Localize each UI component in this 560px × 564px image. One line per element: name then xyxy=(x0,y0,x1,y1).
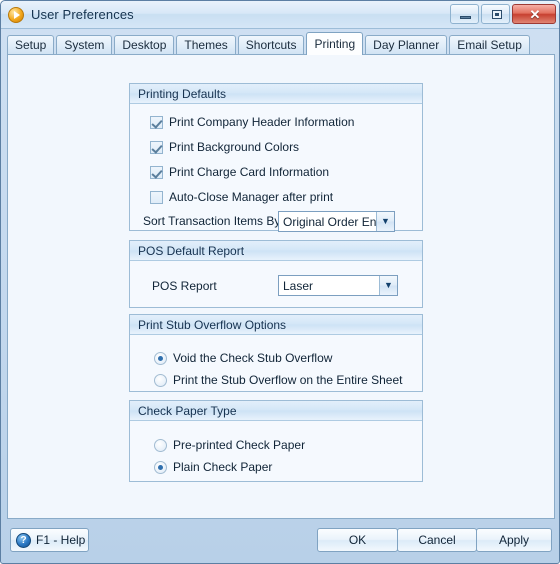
checkbox-print-background-colors[interactable] xyxy=(150,140,163,154)
label-void-check-stub-overflow: Void the Check Stub Overflow xyxy=(173,351,333,365)
tab-system[interactable]: System xyxy=(56,35,113,55)
sort-transaction-items-dropdown[interactable]: Original Order Entered ▼ xyxy=(278,211,395,232)
group-pos-default-report: POS Default Report POS Report Laser ▼ xyxy=(129,240,423,308)
label-print-background-colors: Print Background Colors xyxy=(169,140,300,154)
group-print-stub-overflow-options: Print Stub Overflow Options Void the Che… xyxy=(129,314,423,392)
group-pos-default-report-title: POS Default Report xyxy=(130,241,422,261)
radio-row-plain-check-paper[interactable]: Plain Check Paper xyxy=(154,460,272,474)
group-printing-defaults: Printing Defaults Print Company Header I… xyxy=(129,83,423,232)
pos-report-dropdown[interactable]: Laser ▼ xyxy=(278,275,398,296)
label-pre-printed-check-paper: Pre-printed Check Paper xyxy=(173,438,306,452)
label-plain-check-paper: Plain Check Paper xyxy=(173,460,273,474)
tab-themes[interactable]: Themes xyxy=(176,35,236,55)
group-check-paper-type-title: Check Paper Type xyxy=(130,401,422,421)
tab-day-planner[interactable]: Day Planner xyxy=(365,35,448,55)
minimize-button[interactable] xyxy=(450,4,479,24)
tab-shortcuts[interactable]: Shortcuts xyxy=(237,35,305,55)
radio-row-pre-printed-check-paper[interactable]: Pre-printed Check Paper xyxy=(154,438,305,452)
checkbox-row-auto-close-manager[interactable]: Auto-Close Manager after print xyxy=(150,190,333,204)
pos-report-value: Laser xyxy=(283,278,314,293)
f1-help-button[interactable]: ? F1 - Help xyxy=(10,528,89,552)
radio-void-check-stub-overflow[interactable] xyxy=(154,351,167,365)
f1-help-label: F1 - Help xyxy=(36,533,86,547)
checkbox-print-charge-card-information[interactable] xyxy=(150,165,163,179)
label-auto-close-manager: Auto-Close Manager after print xyxy=(169,190,334,204)
ok-button[interactable]: OK xyxy=(317,528,398,552)
group-print-stub-overflow-title: Print Stub Overflow Options xyxy=(130,315,422,335)
label-print-charge-card-information: Print Charge Card Information xyxy=(169,165,330,179)
sort-transaction-items-value: Original Order Entered xyxy=(283,214,376,229)
group-printing-defaults-title: Printing Defaults xyxy=(130,84,422,104)
title-bar: User Preferences ✕ xyxy=(1,1,559,29)
tab-printing[interactable]: Printing xyxy=(306,32,364,55)
help-icon: ? xyxy=(16,532,31,548)
checkbox-row-print-background-colors[interactable]: Print Background Colors xyxy=(150,140,299,154)
cancel-button[interactable]: Cancel xyxy=(397,528,477,552)
label-pos-report: POS Report xyxy=(152,279,217,293)
label-print-company-header: Print Company Header Information xyxy=(169,115,355,129)
window-controls: ✕ xyxy=(450,4,556,24)
radio-plain-check-paper[interactable] xyxy=(154,460,167,474)
checkbox-row-print-charge-card[interactable]: Print Charge Card Information xyxy=(150,165,329,179)
group-check-paper-type: Check Paper Type Pre-printed Check Paper… xyxy=(129,400,423,482)
maximize-button[interactable] xyxy=(481,4,510,24)
user-preferences-window: User Preferences ✕ Setup System Desktop … xyxy=(0,0,560,564)
tab-desktop[interactable]: Desktop xyxy=(114,35,175,55)
tab-strip: Setup System Desktop Themes Shortcuts Pr… xyxy=(7,32,555,55)
checkbox-row-print-company-header[interactable]: Print Company Header Information xyxy=(150,115,354,129)
label-sort-transaction-items-by: Sort Transaction Items By xyxy=(143,214,281,228)
tab-setup[interactable]: Setup xyxy=(7,35,55,55)
checkbox-auto-close-manager[interactable] xyxy=(150,190,163,204)
chevron-down-icon[interactable]: ▼ xyxy=(379,276,397,295)
sort-transaction-items-row: Sort Transaction Items By xyxy=(143,214,280,228)
apply-button[interactable]: Apply xyxy=(476,528,552,552)
radio-pre-printed-check-paper[interactable] xyxy=(154,438,167,452)
close-icon: ✕ xyxy=(529,7,541,22)
close-button[interactable]: ✕ xyxy=(512,4,556,24)
maximize-icon xyxy=(492,10,502,19)
tab-email-setup[interactable]: Email Setup xyxy=(449,35,530,55)
minimize-icon xyxy=(460,16,471,19)
chevron-down-icon[interactable]: ▼ xyxy=(376,212,394,231)
checkbox-print-company-header[interactable] xyxy=(150,115,163,129)
radio-print-stub-overflow-entire-sheet[interactable] xyxy=(154,373,167,387)
radio-row-void-check-stub-overflow[interactable]: Void the Check Stub Overflow xyxy=(154,351,332,365)
radio-row-print-stub-overflow-entire-sheet[interactable]: Print the Stub Overflow on the Entire Sh… xyxy=(154,373,402,387)
window-title: User Preferences xyxy=(31,7,134,22)
pos-report-row: POS Report xyxy=(152,279,217,293)
play-circle-icon xyxy=(8,6,24,23)
label-print-stub-overflow-entire-sheet: Print the Stub Overflow on the Entire Sh… xyxy=(173,373,403,387)
